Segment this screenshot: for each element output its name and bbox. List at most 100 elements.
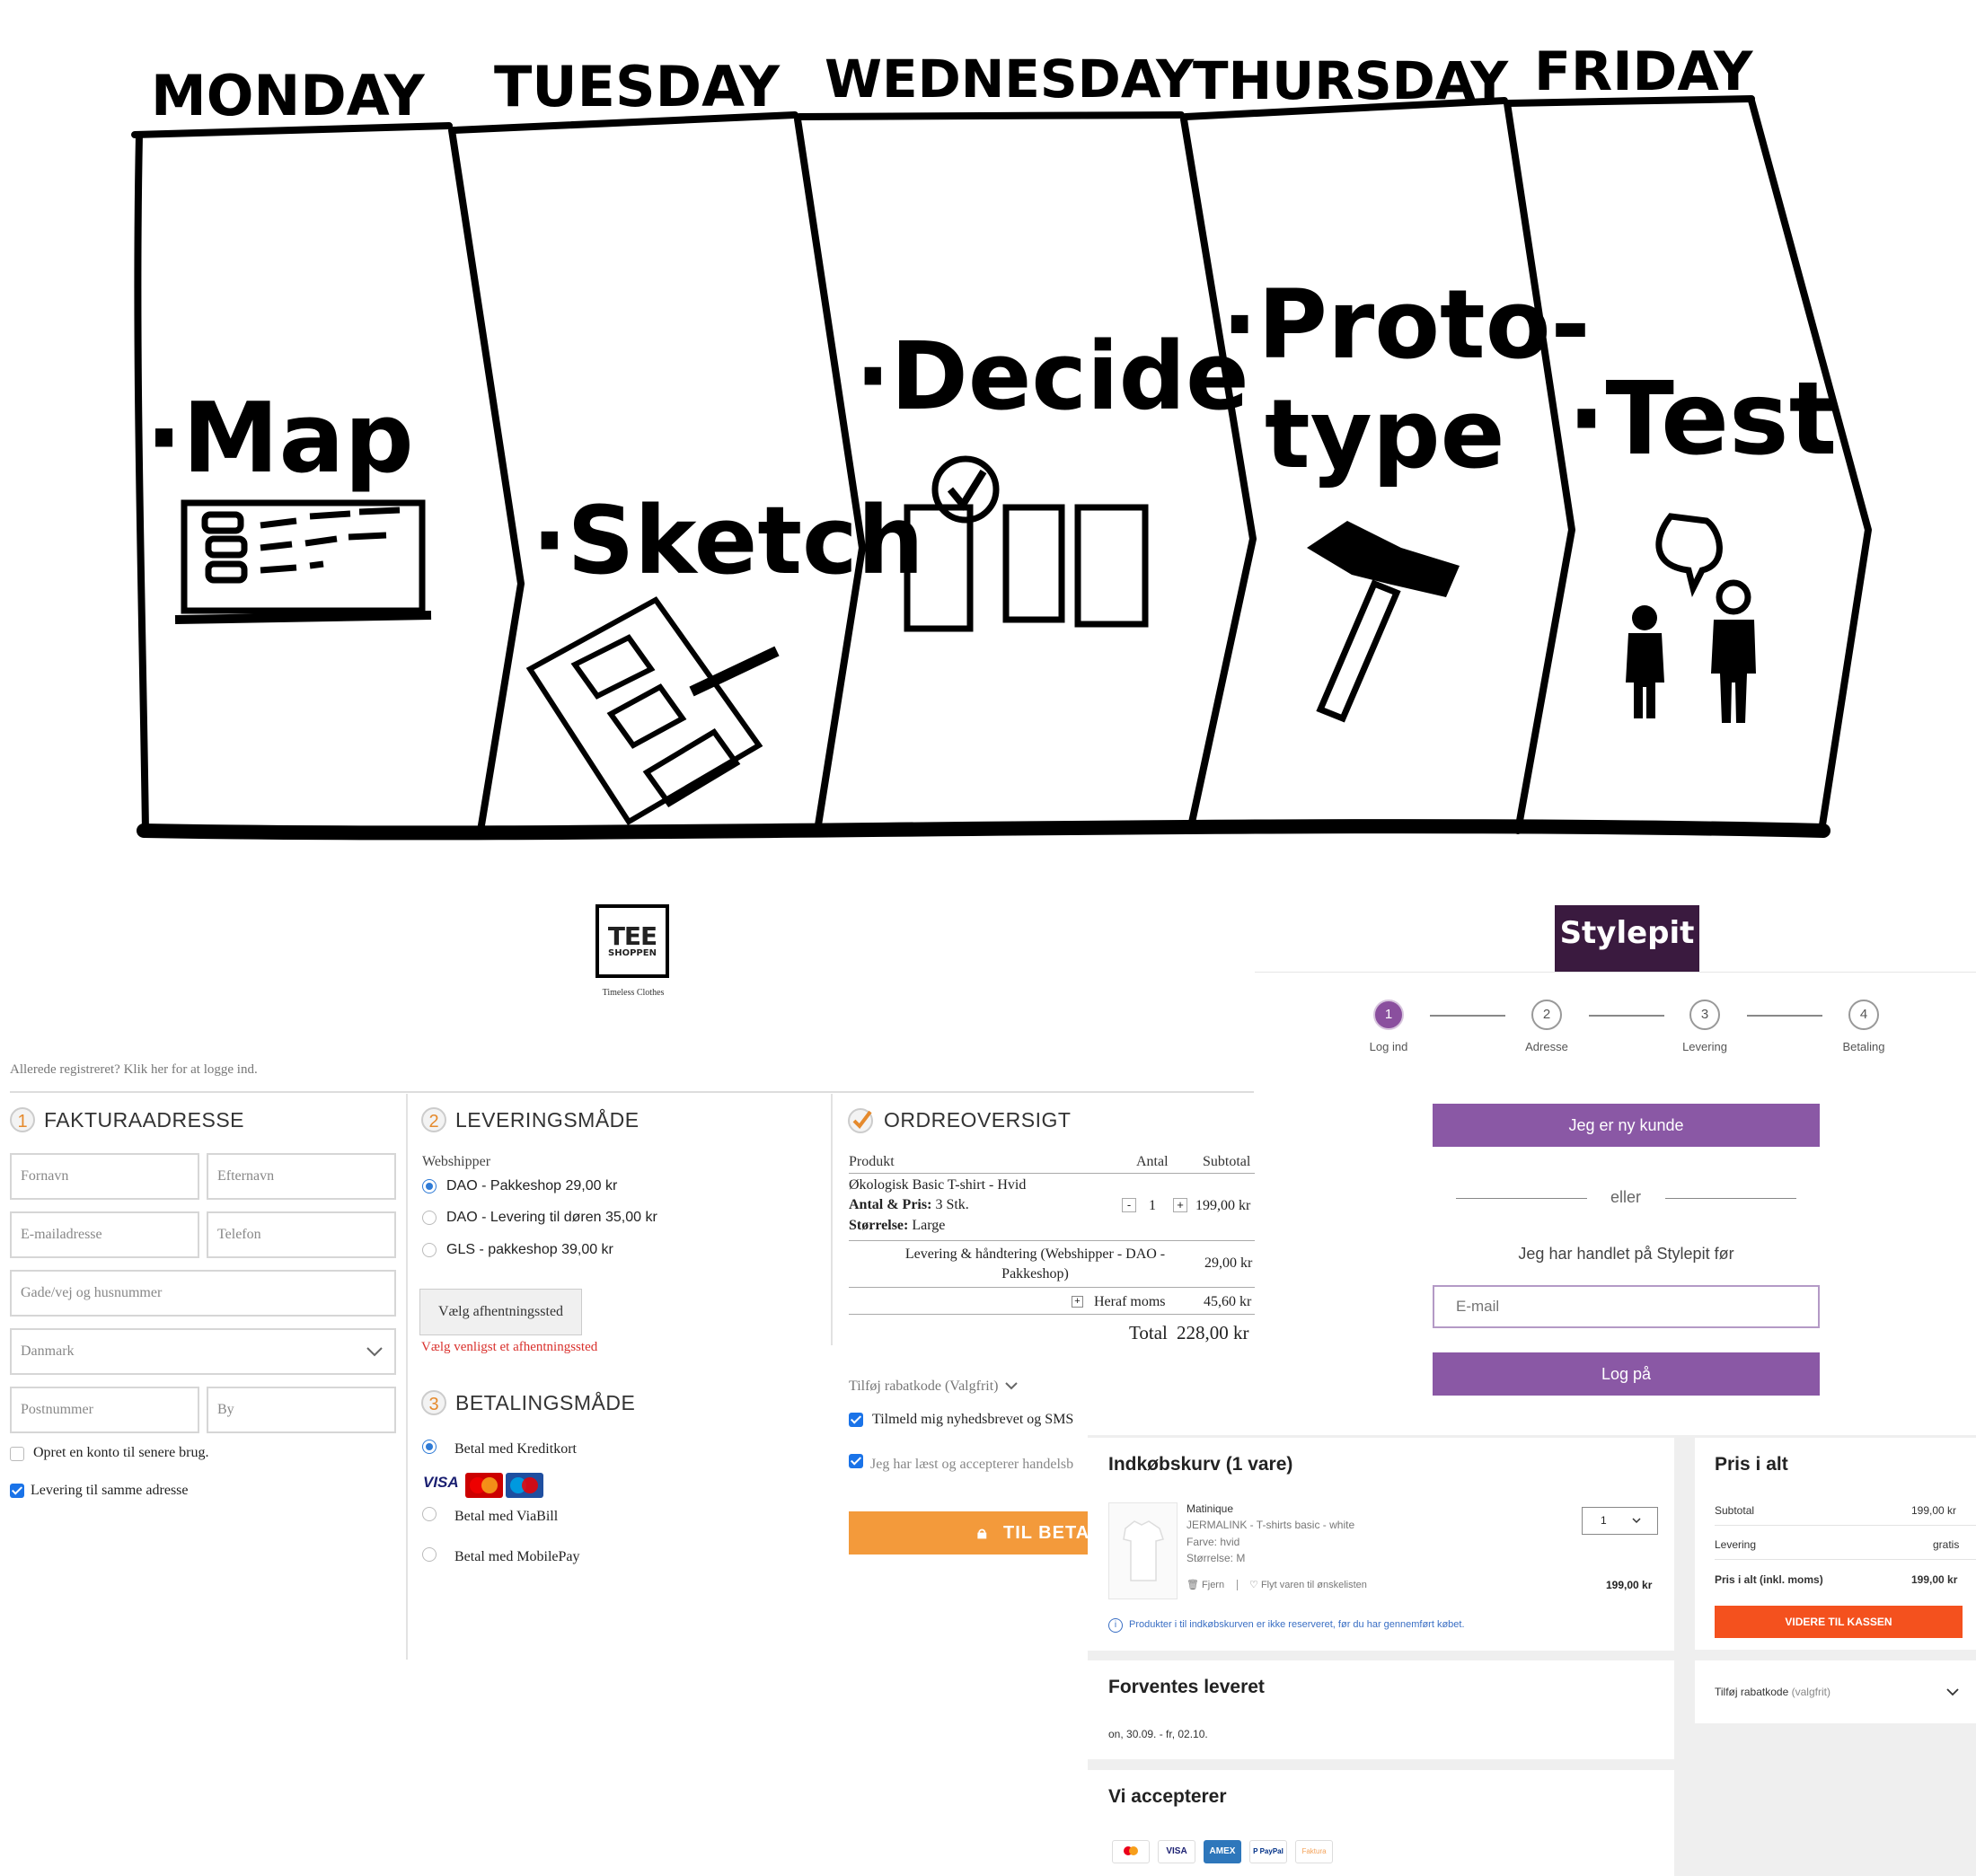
qty-plus-button[interactable]: + [1173, 1198, 1187, 1212]
billing-title: FAKTURAADRESSE [44, 1108, 244, 1132]
divider [1715, 1559, 1976, 1560]
price-summary-title: Pris i alt [1715, 1454, 1788, 1475]
chevron-down-icon [1005, 1382, 1019, 1390]
qty-label: Antal & Pris: [849, 1197, 932, 1212]
checkmark-icon [848, 1108, 873, 1133]
column-divider [406, 1094, 408, 1660]
sprint-border-1 [448, 127, 525, 834]
cart-card: Indkøbskurv (1 vare) Matinique JERMALINK… [1088, 1438, 1674, 1651]
test-users-icon [1626, 513, 1756, 723]
item-subtotal: 199,00 kr [1195, 1198, 1251, 1213]
payment-radio-mobilepay[interactable] [422, 1547, 437, 1562]
divider [849, 1240, 1255, 1241]
expand-vat-icon[interactable]: + [1072, 1296, 1083, 1308]
payment-option-label: Betal med Kreditkort [454, 1441, 577, 1457]
day-thursday: THURSDAY [1193, 50, 1509, 111]
subtotal-label: Subtotal [1715, 1504, 1755, 1517]
discount-toggle[interactable]: Tilføj rabatkode (Valgfrit) [849, 1378, 1019, 1395]
email-input[interactable] [1433, 1285, 1820, 1328]
same-address-checkbox[interactable] [10, 1484, 24, 1498]
country-select[interactable]: Danmark [10, 1328, 396, 1375]
info-icon: i [1108, 1618, 1123, 1633]
divider [849, 1314, 1255, 1315]
zip-field[interactable]: Postnummer [10, 1387, 199, 1433]
city-field[interactable]: By [207, 1387, 396, 1433]
step-indicator-2: 2 [1531, 1000, 1562, 1030]
reservation-notice: Produkter i til indkøbskurven er ikke re… [1129, 1619, 1465, 1630]
login-button[interactable]: Log på [1433, 1352, 1820, 1396]
step-indicator-4: 4 [1848, 1000, 1879, 1030]
remove-label: Fjern [1202, 1580, 1225, 1590]
first-name-field[interactable]: Fornavn [10, 1153, 199, 1200]
product-price: 199,00 kr [1606, 1579, 1653, 1591]
chevron-down-icon[interactable] [1946, 1688, 1959, 1696]
product-name[interactable]: JERMALINK - T-shirts basic - white [1186, 1519, 1354, 1531]
day-wednesday: WEDNESDAY [825, 48, 1195, 110]
col-qty: Antal [1136, 1154, 1169, 1169]
qty-minus-button[interactable]: - [1122, 1198, 1136, 1212]
total-label: Pris i alt (inkl. moms) [1715, 1573, 1823, 1586]
payment-radio-card[interactable] [422, 1440, 437, 1454]
sprint-bottom-line [137, 819, 1830, 841]
sprint-border-left [134, 131, 149, 834]
last-name-field[interactable]: Efternavn [207, 1153, 396, 1200]
delivery-radio-dao-pakkeshop[interactable] [422, 1179, 437, 1193]
divider [1237, 1580, 1238, 1590]
heart-icon: ♡ [1249, 1580, 1258, 1590]
order-item-size: Størrelse: Large [849, 1218, 945, 1234]
email-field[interactable]: E-mailadresse [10, 1211, 199, 1258]
delivery-estimate-title: Forventes leveret [1108, 1677, 1265, 1697]
delivery-radio-dao-door[interactable] [422, 1211, 437, 1225]
street-field[interactable]: Gade/vej og husnummer [10, 1270, 396, 1317]
sprint-border-4 [1504, 100, 1575, 834]
create-account-checkbox[interactable] [10, 1447, 24, 1461]
choose-pickup-button[interactable]: Vælg afhentningssted [419, 1289, 582, 1335]
step-number-2: 2 [421, 1107, 446, 1132]
step-indicator-3: 3 [1689, 1000, 1720, 1030]
pay-button[interactable]: 🔒︎ TIL BETAL [849, 1511, 1091, 1555]
sprint-border-3 [1180, 116, 1257, 834]
wishlist-link[interactable]: ♡ Flyt varen til ønskelisten [1249, 1579, 1367, 1590]
new-customer-button[interactable]: Jeg er ny kunde [1433, 1104, 1820, 1147]
map-board-icon [174, 499, 432, 624]
visa-icon: VISA [1158, 1840, 1195, 1863]
discount-card[interactable]: Tilføj rabatkode (valgfrit) [1695, 1660, 1976, 1723]
quantity-value: 1 [1601, 1514, 1607, 1527]
product-brand: Matinique [1186, 1502, 1234, 1515]
step-label-1: Log ind [1369, 1040, 1408, 1053]
design-sprint-illustration: MONDAY TUESDAY WEDNESDAY THURSDAY FRIDAY… [131, 40, 1872, 841]
paypal-icon: P PayPal [1249, 1840, 1287, 1863]
delivery-radio-gls[interactable] [422, 1243, 437, 1257]
stage-map: ·Map [146, 383, 414, 495]
login-link[interactable]: Allerede registreret? Klik her for at lo… [10, 1062, 258, 1078]
stage-decide: ·Decide [855, 321, 1249, 431]
wishlist-label: Flyt varen til ønskelisten [1260, 1580, 1367, 1590]
delivery-option-label: DAO - Levering til døren 35,00 kr [446, 1210, 657, 1225]
size-value: Large [912, 1218, 946, 1233]
terms-checkbox[interactable] [849, 1454, 863, 1468]
step-label-3: Levering [1682, 1040, 1727, 1053]
divider [849, 1173, 1255, 1174]
payment-radio-viabill[interactable] [422, 1507, 437, 1521]
stylepit-logo[interactable]: Stylepit [1555, 905, 1699, 973]
discount-label: Tilføj rabatkode (Valgfrit) [849, 1378, 999, 1394]
delivery-estimate-card: Forventes leveret on, 30.09. - fr, 02.10… [1088, 1660, 1674, 1759]
quantity-select[interactable]: 1 [1582, 1507, 1658, 1535]
pay-button-label: TIL BETAL [1003, 1523, 1091, 1543]
checkout-button[interactable]: VIDERE TIL KASSEN [1715, 1606, 1963, 1638]
discount-label: Tilføj rabatkode (valgfrit) [1715, 1686, 1830, 1698]
newsletter-checkbox[interactable] [849, 1413, 863, 1427]
phone-field[interactable]: Telefon [207, 1211, 396, 1258]
delivery-estimate-dates: on, 30.09. - fr, 02.10. [1108, 1728, 1208, 1740]
col-product: Produkt [849, 1154, 895, 1169]
stage-proto: ·Proto- [1222, 269, 1591, 380]
step-indicator-1: 1 [1373, 1000, 1404, 1030]
order-item-name: Økologisk Basic T-shirt - Hvid [849, 1177, 1027, 1193]
teeshoppen-logo[interactable]: TEE SHOPPEN [595, 904, 669, 978]
product-image[interactable] [1108, 1502, 1178, 1599]
hammer-icon [1307, 521, 1460, 723]
discount-optional-text: (valgfrit) [1791, 1686, 1830, 1698]
mastercard-icon [1112, 1840, 1150, 1863]
shipping-value: 29,00 kr [1204, 1255, 1253, 1271]
remove-item-link[interactable]: 🗑︎ Fjern [1186, 1579, 1224, 1590]
